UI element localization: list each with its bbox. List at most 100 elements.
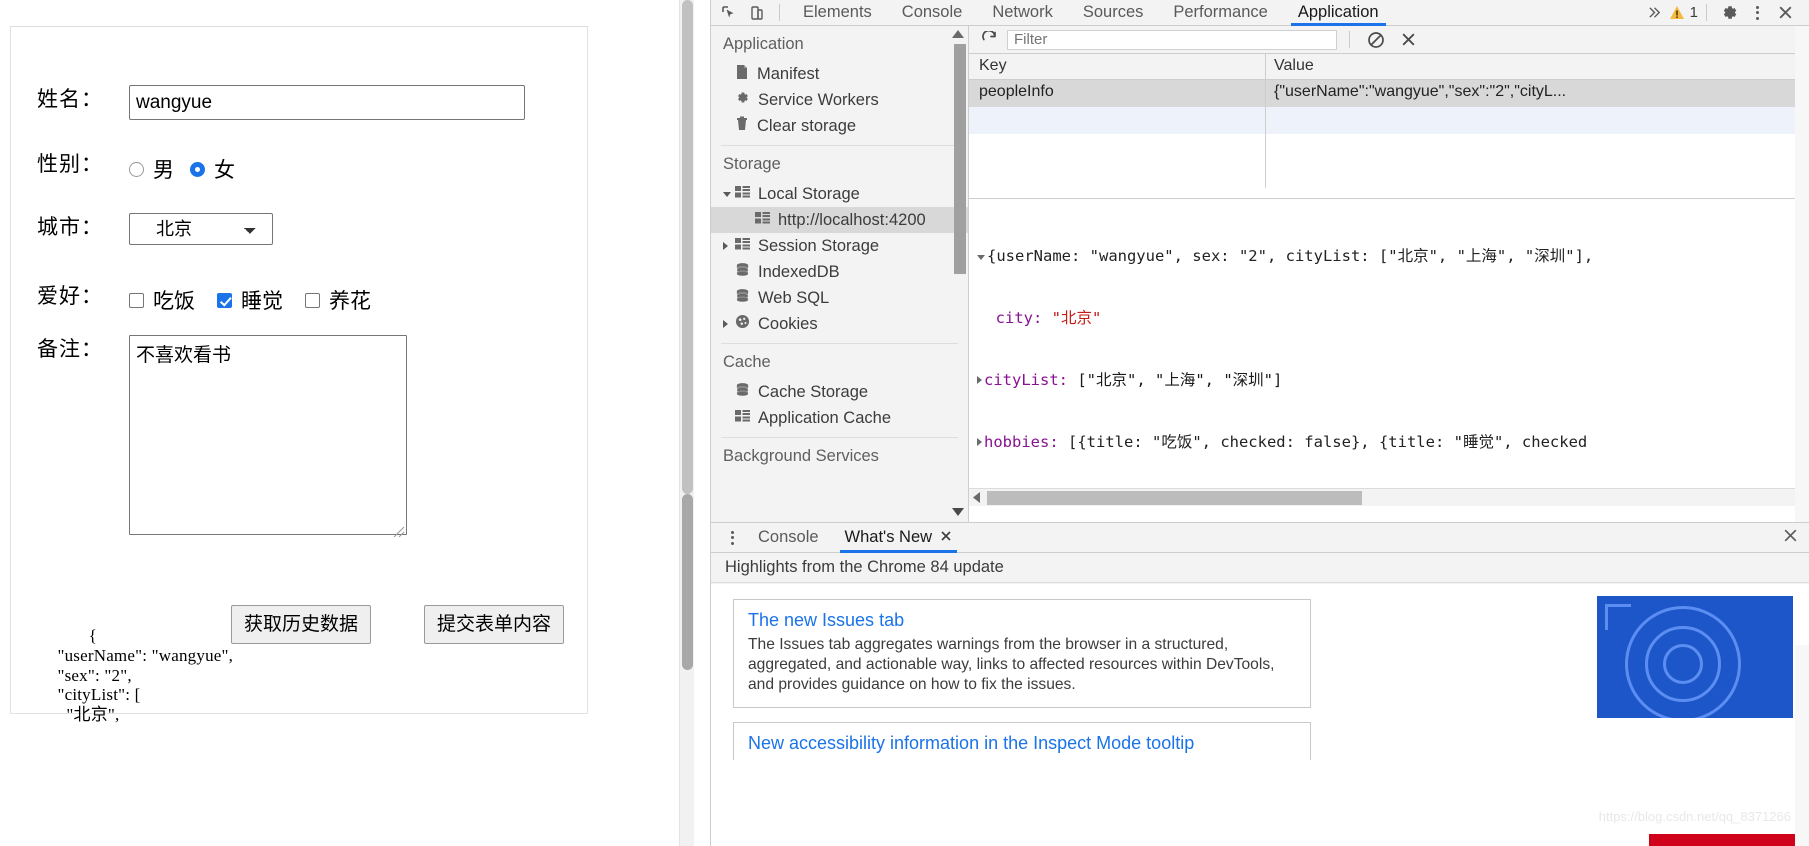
drawer-tab-console[interactable]: Console xyxy=(745,523,832,553)
no-entry-icon[interactable] xyxy=(1362,28,1390,52)
warning-badge[interactable]: 1 xyxy=(1669,4,1698,21)
tab-application[interactable]: Application xyxy=(1283,0,1394,26)
row-value-empty xyxy=(1266,107,1274,134)
sidebar-item-clear-storage[interactable]: Clear storage xyxy=(711,113,968,139)
preview-line-root[interactable]: {userName: "wangyue", sex: "2", cityList… xyxy=(977,246,1809,267)
preview-key-city: city: xyxy=(995,308,1052,327)
kebab-dots[interactable] xyxy=(1744,5,1770,20)
thumbnail-ring xyxy=(1663,644,1703,684)
sidebar-item-session-storage[interactable]: Session Storage xyxy=(711,233,968,259)
filter-input[interactable] xyxy=(1007,29,1337,50)
close-devtools-icon[interactable] xyxy=(1771,1,1799,25)
whats-new-card-1-title[interactable]: The new Issues tab xyxy=(748,610,1296,631)
gear-icon[interactable] xyxy=(1715,1,1743,25)
page-scrollbar-thumb[interactable] xyxy=(682,494,693,670)
chevron-down-icon[interactable] xyxy=(723,191,731,197)
column-header-value[interactable]: Value xyxy=(1266,54,1314,79)
sidebar-item-web-sql[interactable]: Web SQL xyxy=(711,285,968,311)
close-icon[interactable] xyxy=(940,528,952,547)
preview-line-citylist[interactable]: cityList: ["北京", "上海", "深圳"] xyxy=(977,370,1809,391)
radio-unchecked-icon[interactable] xyxy=(129,161,144,177)
sidebar-item-service-workers[interactable]: Service Workers xyxy=(711,87,968,113)
inspect-element-icon[interactable] xyxy=(715,1,743,25)
hscroll-track[interactable] xyxy=(985,490,1793,505)
get-history-button[interactable]: 获取历史数据 xyxy=(231,605,372,644)
delete-entry-icon[interactable] xyxy=(1394,28,1422,52)
tab-elements[interactable]: Elements xyxy=(788,0,887,26)
whats-new-card-2-title[interactable]: New accessibility information in the Ins… xyxy=(748,733,1296,754)
gear-icon xyxy=(735,90,750,110)
table-row-empty[interactable] xyxy=(969,134,1809,161)
sidebar-label: Cache Storage xyxy=(758,382,869,401)
chevron-right-icon[interactable] xyxy=(723,320,728,328)
devtools-right-scrollbar[interactable] xyxy=(1795,26,1809,522)
chevron-right-icon[interactable] xyxy=(977,375,982,384)
column-header-key[interactable]: Key xyxy=(969,54,1266,79)
tab-network[interactable]: Network xyxy=(977,0,1068,26)
sidebar-item-cache-storage[interactable]: Cache Storage xyxy=(711,379,968,405)
more-vertical-icon[interactable] xyxy=(1743,1,1771,25)
city-select[interactable]: 北京 xyxy=(129,213,273,245)
warning-triangle-icon xyxy=(1669,6,1684,19)
sidebar-section-storage: Storage xyxy=(723,155,781,173)
checkbox-checked-icon[interactable] xyxy=(217,292,232,308)
whats-new-card-2: New accessibility information in the Ins… xyxy=(733,722,1311,760)
tab-sources[interactable]: Sources xyxy=(1068,0,1159,26)
sidebar-item-localhost-4200[interactable]: http://localhost:4200 xyxy=(711,207,968,233)
close-drawer-icon[interactable] xyxy=(1782,527,1809,549)
hobby-checkbox-yanghua[interactable]: 养花 xyxy=(305,285,371,315)
hobby-checkbox-group: 吃饭 睡觉 养花 xyxy=(129,282,393,315)
whats-new-card-1-text: The Issues tab aggregates warnings from … xyxy=(748,636,1275,693)
drawer-scrollbar[interactable] xyxy=(1795,645,1809,846)
local-storage-panel: Key Value peopleInfo {"userName":"wangyu… xyxy=(969,26,1809,522)
hobby-checkbox-shuijiao[interactable]: 睡觉 xyxy=(217,285,283,315)
table-row[interactable]: peopleInfo {"userName":"wangyue","sex":"… xyxy=(969,80,1809,107)
chevron-down-icon[interactable] xyxy=(977,255,985,261)
sidebar-scrollbar-thumb[interactable] xyxy=(954,44,966,274)
scroll-left-arrow-icon[interactable] xyxy=(969,492,985,503)
more-vertical-icon[interactable] xyxy=(719,530,745,545)
hobby-label-shuijiao: 睡觉 xyxy=(241,290,283,313)
refresh-icon[interactable] xyxy=(975,28,1003,52)
sex-radio-male-label: 男 xyxy=(153,159,174,182)
table-row-empty[interactable] xyxy=(969,161,1809,188)
checkbox-unchecked-icon[interactable] xyxy=(129,292,144,308)
drawer-tab-whats-new[interactable]: What's New xyxy=(832,523,966,553)
hscroll-thumb[interactable] xyxy=(987,490,1362,505)
sidebar-label: Application Cache xyxy=(758,408,891,427)
hobby-checkbox-chifan[interactable]: 吃饭 xyxy=(129,285,195,315)
table-row-empty[interactable] xyxy=(969,107,1809,134)
checkbox-unchecked-icon[interactable] xyxy=(305,292,320,308)
sidebar-item-cookies[interactable]: Cookies xyxy=(711,311,968,337)
tab-performance[interactable]: Performance xyxy=(1158,0,1282,26)
sex-radio-female[interactable]: 女 xyxy=(190,154,235,184)
sidebar-label: Session Storage xyxy=(758,236,880,255)
sidebar-item-application-cache[interactable]: Application Cache xyxy=(711,405,968,431)
radio-checked-icon[interactable] xyxy=(190,161,205,177)
remark-label: 备注： xyxy=(37,338,103,361)
sidebar-label: Cookies xyxy=(758,314,818,333)
row-key-empty xyxy=(969,107,1266,134)
tab-console[interactable]: Console xyxy=(887,0,978,26)
sidebar-item-local-storage[interactable]: Local Storage xyxy=(711,181,968,207)
sidebar-scroll-down-icon[interactable] xyxy=(952,508,964,516)
sex-radio-male[interactable]: 男 xyxy=(129,154,174,184)
device-toolbar-icon[interactable] xyxy=(743,1,771,25)
sidebar-item-indexeddb[interactable]: IndexedDB xyxy=(711,259,968,285)
table-icon xyxy=(735,237,750,256)
preview-val-hobbies: [{title: "吃饭", checked: false}, {title: … xyxy=(1068,432,1588,451)
chevron-right-icon[interactable] xyxy=(723,242,728,250)
whats-new-thumbnail xyxy=(1597,596,1793,718)
preview-line-hobbies[interactable]: hobbies: [{title: "吃饭", checked: false},… xyxy=(977,432,1809,453)
chevron-right-icon[interactable] xyxy=(977,437,982,446)
sidebar-scroll-up-icon[interactable] xyxy=(952,30,964,38)
devtools-toolbar: Elements Console Network Sources Perform… xyxy=(711,0,1809,26)
sidebar-item-manifest[interactable]: Manifest xyxy=(711,61,968,87)
chevron-double-right-icon[interactable] xyxy=(1641,1,1669,25)
name-input[interactable] xyxy=(129,85,525,120)
submit-form-button[interactable]: 提交表单内容 xyxy=(424,605,565,644)
page-scrollbar[interactable] xyxy=(679,0,694,846)
remark-textarea[interactable]: 不喜欢看书 xyxy=(129,335,407,535)
whats-new-body: The new Issues tab The Issues tab aggreg… xyxy=(711,584,1809,846)
preview-horizontal-scrollbar[interactable] xyxy=(969,488,1809,506)
